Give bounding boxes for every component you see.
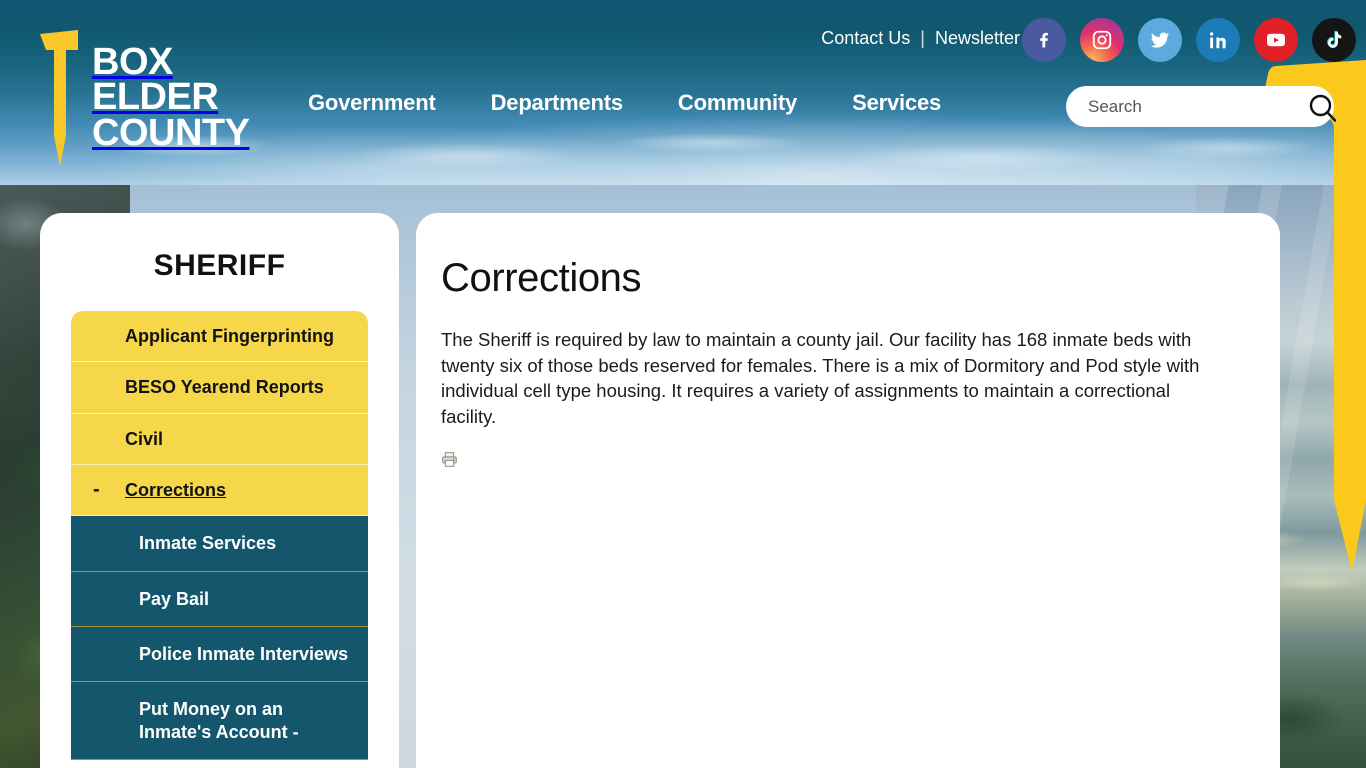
- sidebar-title: SHERIFF: [153, 249, 286, 282]
- utility-links: Contact Us | Newsletter: [821, 28, 1020, 49]
- sidebar-subitem-put-money-on-an-inmate-s-account[interactable]: Put Money on an Inmate's Account -: [71, 682, 368, 760]
- sidebar-item-beso-yearend-reports[interactable]: BESO Yearend Reports: [71, 362, 368, 414]
- search-input[interactable]: [1066, 86, 1334, 127]
- instagram-icon[interactable]: [1080, 18, 1124, 62]
- logo-line-1: BOX: [92, 41, 173, 83]
- twitter-icon[interactable]: [1138, 18, 1182, 62]
- sidebar-subitem-pay-bail[interactable]: Pay Bail: [71, 571, 368, 627]
- linkedin-icon[interactable]: [1196, 18, 1240, 62]
- sidebar-item-label: Put Money on an Inmate's Account -: [139, 699, 299, 742]
- nav-item-community[interactable]: Community: [678, 90, 797, 116]
- sidebar-card: SHERIFF Applicant Fingerprinting BESO Yea…: [40, 213, 399, 768]
- nav-item-departments[interactable]: Departments: [491, 90, 623, 116]
- sidebar-item-label: Civil: [125, 428, 164, 449]
- sidebar-item-corrections[interactable]: - Corrections: [71, 464, 368, 517]
- railroad-spike-icon: [40, 30, 78, 166]
- nav-item-government[interactable]: Government: [308, 90, 436, 116]
- tiktok-icon[interactable]: [1312, 18, 1356, 62]
- youtube-icon[interactable]: [1254, 18, 1298, 62]
- sidebar-item-label: BESO Yearend Reports: [125, 377, 324, 398]
- sidebar-item-label: Pay Bail: [139, 588, 210, 609]
- search-area: [1066, 86, 1337, 127]
- nav-item-services[interactable]: Services: [852, 90, 941, 116]
- sidebar-item-label: Corrections: [125, 479, 227, 500]
- logo-wordmark: BOX ELDER COUNTY: [92, 41, 250, 154]
- social-links: [1022, 18, 1356, 62]
- printer-glyph: [442, 452, 457, 467]
- utility-separator: |: [920, 28, 925, 48]
- search-icon: [1309, 94, 1337, 122]
- printer-icon[interactable]: [441, 451, 458, 473]
- sidebar-item-label: Applicant Fingerprinting: [125, 326, 334, 346]
- logo-line-2: ELDER: [92, 76, 219, 119]
- main-navigation: Government Departments Community Service…: [308, 90, 941, 116]
- facebook-icon[interactable]: [1022, 18, 1066, 62]
- sidebar-item-label: Police Inmate Interviews: [139, 643, 349, 664]
- print-row: [441, 451, 1280, 473]
- sidebar-item-civil[interactable]: Civil: [71, 413, 368, 465]
- page-title: Corrections: [441, 256, 642, 300]
- sidebar-item-applicant-fingerprinting[interactable]: Applicant Fingerprinting: [71, 311, 368, 363]
- sidebar-item-collapse-toggle[interactable]: -: [93, 478, 100, 503]
- newsletter-link[interactable]: Newsletter: [935, 28, 1020, 49]
- content-card: Corrections The Sheriff is required by l…: [416, 213, 1280, 768]
- site-logo[interactable]: BOX ELDER COUNTY: [38, 28, 250, 168]
- sidebar-subitem-police-inmate-interviews[interactable]: Police Inmate Interviews: [71, 626, 368, 683]
- search-button[interactable]: [1296, 82, 1350, 136]
- contact-us-link[interactable]: Contact Us: [821, 28, 910, 49]
- page-body-text: The Sheriff is required by law to mainta…: [441, 329, 1200, 427]
- logo-line-3: COUNTY: [92, 111, 250, 154]
- sidebar-subitem-inmate-services[interactable]: Inmate Services: [71, 516, 368, 572]
- page-root: BOX ELDER COUNTY Contact Us | Newsletter: [0, 0, 1366, 768]
- sidebar-menu: Applicant Fingerprinting BESO Yearend Rep…: [71, 311, 368, 760]
- sidebar-item-label: Inmate Services: [139, 533, 277, 554]
